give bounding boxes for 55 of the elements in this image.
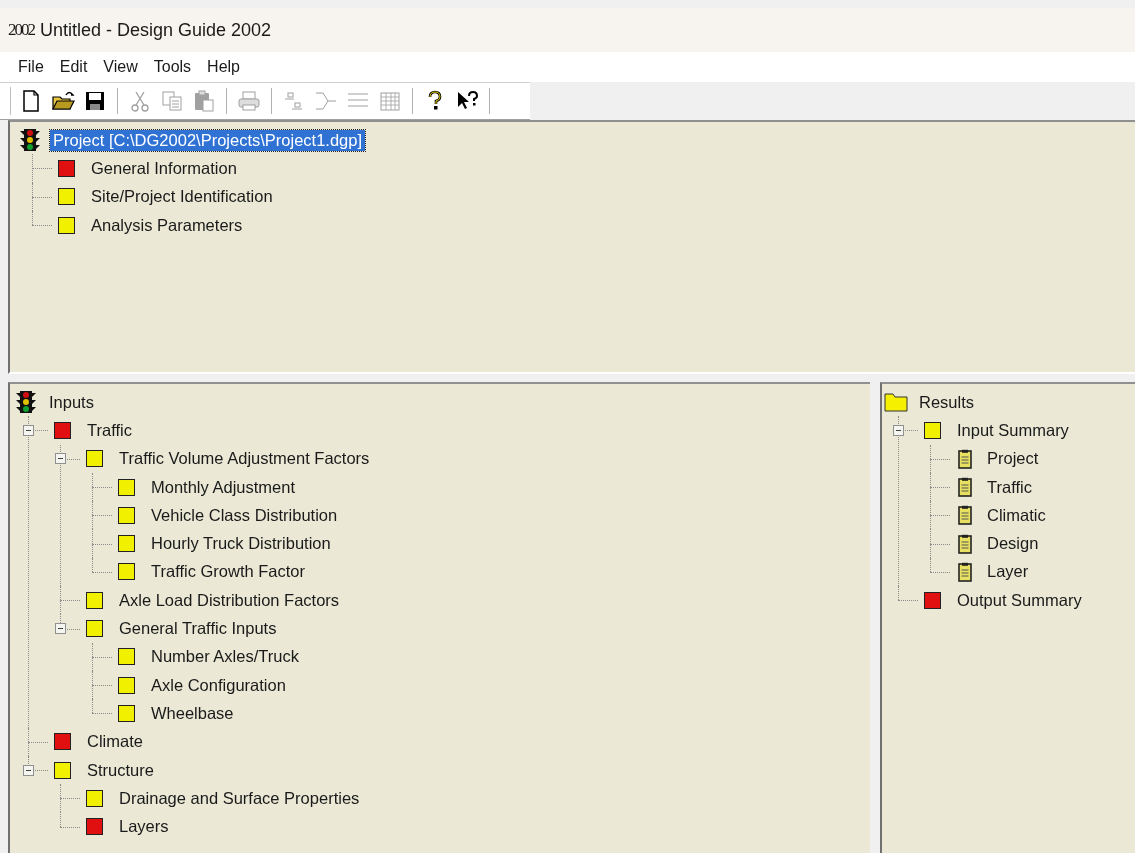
tree-item[interactable]: Traffic Volume Adjustment Factors [116, 448, 373, 470]
tree-item[interactable]: Input Summary [954, 419, 1072, 441]
tree-item[interactable]: Site/Project Identification [88, 186, 276, 208]
tree-item[interactable]: Design [984, 533, 1042, 555]
clipboard-icon [958, 533, 972, 554]
tree-item[interactable]: Results [916, 391, 978, 413]
clipboard-icon [958, 505, 972, 526]
folder-icon [51, 89, 75, 113]
tree-item[interactable]: Vehicle Class Distribution [148, 504, 341, 526]
tree-item[interactable]: Project [C:\DG2002\Projects\Project1.dgp] [50, 129, 366, 151]
menu-item[interactable]: View [103, 58, 138, 76]
tree-item[interactable]: Layers [116, 816, 172, 838]
collapse-toggle[interactable] [893, 424, 904, 436]
traffic-light-icon [18, 128, 42, 153]
tree-item[interactable]: Traffic Growth Factor [148, 561, 309, 583]
table-icon [378, 89, 402, 113]
tree-item[interactable]: General Traffic Inputs [116, 618, 280, 639]
clipboard-icon [958, 448, 972, 469]
menu-item[interactable]: Help [207, 58, 240, 76]
diagram-icon [314, 89, 338, 113]
tree-item[interactable]: Traffic [984, 476, 1035, 498]
traffic-light-icon [14, 390, 38, 415]
tree-item[interactable]: Climatic [984, 504, 1049, 526]
copy-icon [160, 89, 184, 113]
tree-item[interactable]: Project [984, 448, 1042, 470]
tree-item[interactable]: Axle Configuration [148, 674, 289, 696]
clipboard-icon [192, 89, 216, 113]
collapse-toggle[interactable] [55, 623, 66, 634]
scissors-icon [128, 89, 152, 113]
tree-item[interactable]: Number Axles/Truck [148, 646, 302, 668]
collapse-toggle[interactable] [23, 424, 34, 436]
clipboard-icon [958, 477, 972, 498]
menu-item[interactable]: Edit [59, 58, 88, 76]
tree-item[interactable]: Layer [984, 561, 1032, 583]
tree-item[interactable]: Structure [84, 759, 157, 781]
app-icon: 2002 [8, 20, 34, 40]
tree-item[interactable]: Traffic [84, 419, 135, 441]
printer-icon [237, 89, 261, 113]
clipboard-icon [958, 561, 972, 582]
tree-item[interactable]: Axle Load Distribution Factors [116, 589, 343, 611]
menu-item[interactable]: Tools [153, 58, 192, 76]
collapse-toggle[interactable] [55, 453, 66, 465]
tree-item[interactable]: Hourly Truck Distribution [148, 533, 334, 555]
folder-icon [884, 392, 908, 413]
menu-item[interactable]: File [18, 58, 44, 76]
tree-item[interactable]: Inputs [46, 391, 97, 413]
tree-item[interactable]: Monthly Adjustment [148, 476, 298, 498]
tree-item[interactable]: Wheelbase [148, 702, 237, 724]
window-title: Untitled - Design Guide 2002 [40, 19, 272, 41]
tree-item[interactable]: Climate [84, 731, 146, 753]
tree-item[interactable]: Analysis Parameters [88, 214, 246, 236]
collapse-toggle[interactable] [23, 764, 34, 776]
tree-item[interactable]: General Information [88, 157, 240, 179]
tree-item[interactable]: Drainage and Surface Properties [116, 787, 363, 809]
tree-item[interactable]: Output Summary [954, 589, 1085, 611]
